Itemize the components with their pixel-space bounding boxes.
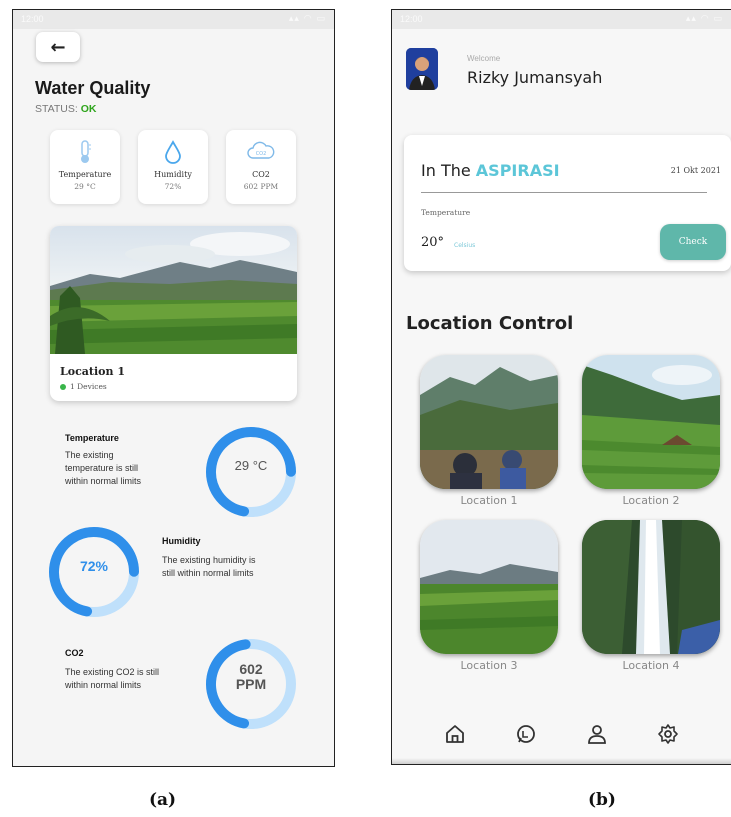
desc-line: temperature is still: [65, 463, 139, 474]
status-time: 12:00: [21, 14, 44, 24]
back-button[interactable]: ←: [36, 32, 80, 62]
gauge-value-co2: 602 PPM: [204, 662, 298, 691]
location-name: Location 1: [60, 365, 125, 378]
date-label: 21 Okt 2021: [670, 166, 721, 175]
phone-screen-dashboard: 12:00 ▴▴ ◠ ▭ Welcome Rizky Jumansyah In …: [391, 9, 731, 765]
temperature-unit: Celsius: [454, 242, 476, 249]
sensor-label: Humidity: [154, 170, 192, 179]
location-photo: [420, 520, 558, 654]
sensor-label: Temperature: [58, 170, 112, 179]
sensor-card-co2[interactable]: CO2 CO2 602 PPM: [226, 130, 296, 204]
chat-icon[interactable]: [514, 722, 538, 746]
thermometer-icon: [50, 140, 120, 164]
signal-battery-icon: ▴▴ ◠ ▭: [685, 14, 723, 24]
sensor-value: 72%: [164, 182, 182, 191]
place-prefix: In The: [421, 161, 471, 180]
metric-title-humidity: Humidity: [162, 536, 201, 546]
location-tile-4[interactable]: [582, 520, 720, 654]
location-tile-1[interactable]: [420, 355, 558, 489]
phone-screen-water-quality: 12:00 ▴▴ ◠ ▭ ← Water Quality STATUS: OK …: [12, 9, 335, 767]
temperature-value: 20°: [421, 235, 445, 250]
check-button[interactable]: Check: [660, 224, 726, 260]
sensor-value: 602 PPM: [243, 182, 279, 191]
gauge-value-unit: PPM: [235, 675, 267, 692]
online-status-dot: [60, 383, 66, 390]
gauge-value-temperature: 29 °C: [234, 458, 268, 473]
desc-line: The existing CO2 is still: [65, 667, 160, 677]
place-card: In The ASPIRASI 21 Okt 2021 Temperature …: [404, 135, 731, 271]
location-tile-label: Location 4: [622, 659, 680, 672]
desc-line: The existing humidity is: [162, 555, 256, 565]
back-arrow-icon: ←: [50, 36, 66, 58]
page-title: Water Quality: [35, 78, 151, 98]
desc-line: within normal limits: [65, 680, 142, 691]
metric-desc-humidity: The existing humidity is still within no…: [162, 554, 256, 580]
status-label: STATUS:: [35, 103, 78, 115]
location-photo: [50, 226, 297, 354]
location-tile-label: Location 3: [460, 659, 518, 672]
avatar[interactable]: [406, 48, 438, 90]
desc-line: The existing: [65, 450, 114, 460]
status-time: 12:00: [400, 14, 423, 24]
location-photo: [582, 520, 720, 654]
desc-line: still within normal limits: [162, 568, 254, 579]
figure-caption-a: (a): [149, 790, 177, 810]
profile-icon[interactable]: [585, 722, 609, 746]
location-tile-label: Location 1: [460, 494, 518, 507]
sensor-card-humidity[interactable]: Humidity 72%: [138, 130, 208, 204]
svg-text:CO2: CO2: [256, 151, 267, 157]
sensor-value: 29 °C: [74, 182, 96, 191]
user-name: Rizky Jumansyah: [467, 68, 603, 87]
desc-line: within normal limits: [65, 476, 142, 487]
figure-caption-b: (b): [588, 790, 616, 810]
status-line: STATUS: OK: [35, 103, 96, 115]
cloud-co2-icon: CO2: [226, 140, 296, 164]
divider: [421, 192, 707, 193]
device-count-text: 1 Devices: [70, 382, 107, 391]
metric-title-co2: CO2: [65, 648, 84, 658]
nav-shadow: [392, 758, 731, 764]
status-bar: 12:00 ▴▴ ◠ ▭: [392, 10, 731, 29]
status-bar: 12:00 ▴▴ ◠ ▭: [13, 10, 334, 29]
place-name: ASPIRASI: [475, 161, 560, 180]
gauge-value-humidity: 72%: [79, 558, 109, 574]
section-title: Location Control: [406, 313, 574, 334]
location-photo: [582, 355, 720, 489]
sensor-card-temperature[interactable]: Temperature 29 °C: [50, 130, 120, 204]
metric-desc-temperature: The existing temperature is still within…: [65, 449, 141, 488]
place-heading: In The ASPIRASI: [421, 161, 560, 180]
location-card[interactable]: Location 1 1 Devices: [50, 226, 297, 401]
gauge-value-number: 602: [239, 661, 263, 677]
location-tile-2[interactable]: [582, 355, 720, 489]
water-drop-icon: [138, 140, 208, 164]
settings-icon[interactable]: [656, 722, 680, 746]
location-photo: [420, 355, 558, 489]
location-tile-label: Location 2: [622, 494, 680, 507]
temperature-label: Temperature: [421, 208, 471, 217]
welcome-label: Welcome: [467, 54, 501, 63]
bottom-nav: [392, 708, 731, 760]
status-value: OK: [80, 103, 97, 115]
metric-title-temperature: Temperature: [65, 433, 119, 443]
location-tile-3[interactable]: [420, 520, 558, 654]
device-count: 1 Devices: [60, 382, 107, 391]
sensor-label: CO2: [252, 170, 270, 179]
home-icon[interactable]: [443, 722, 467, 746]
signal-battery-icon: ▴▴ ◠ ▭: [288, 14, 326, 24]
metric-desc-co2: The existing CO2 is still within normal …: [65, 666, 159, 692]
